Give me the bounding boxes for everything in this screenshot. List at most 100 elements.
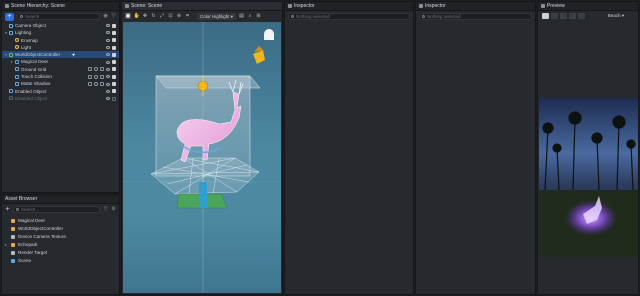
asset-browser-title: Asset Browser: [2, 195, 119, 204]
hierarchy-item-label: Light: [21, 44, 31, 50]
phone-view-icon[interactable]: [542, 13, 549, 19]
enabled-checkbox[interactable]: [112, 82, 116, 87]
hierarchy-search-placeholder: Search: [25, 14, 40, 19]
render-mode-label: Color Highlight: [200, 13, 230, 19]
scene-ghost-icon: [264, 29, 274, 40]
scene-title: Scene: Scene: [122, 2, 282, 11]
preview-panel-icon: [541, 3, 545, 8]
capture-icon[interactable]: [569, 13, 576, 19]
hierarchy-item-label: Ground Grid: [21, 66, 47, 72]
hierarchy-search-input[interactable]: Search: [17, 13, 100, 20]
asset-item[interactable]: Render Target: [2, 249, 119, 257]
zoom-icon[interactable]: ⌕: [247, 13, 253, 19]
visibility-eye-icon[interactable]: [106, 53, 110, 57]
object-object-icon: [15, 81, 19, 86]
eye-icon[interactable]: [578, 13, 585, 19]
rotate-tool-icon[interactable]: ↻: [151, 13, 157, 19]
preview-image[interactable]: [539, 98, 638, 257]
snap-icon[interactable]: ⌗: [185, 13, 191, 19]
visibility-eye-icon[interactable]: [106, 82, 110, 86]
scene-title-text: Scene: Scene: [131, 3, 163, 9]
enabled-checkbox[interactable]: [112, 60, 116, 65]
hierarchy-add-button[interactable]: +: [5, 12, 14, 21]
scene-viewport[interactable]: [123, 22, 281, 293]
hierarchy-item[interactable]: Camera Object: [2, 22, 119, 29]
hierarchy-item-controls: [106, 22, 116, 29]
grid-icon[interactable]: ⊞: [256, 13, 262, 19]
rect-tool-icon[interactable]: ⊡: [168, 13, 174, 19]
object-object-icon: [15, 74, 19, 79]
pivot-icon[interactable]: ⊕: [176, 13, 182, 19]
asset-type-icon: [11, 259, 15, 263]
hierarchy-item[interactable]: Light: [2, 44, 119, 51]
hierarchy-item[interactable]: ▾ Lighting: [2, 29, 119, 36]
asset-item-label: Echopark: [18, 242, 38, 247]
hierarchy-item-controls: [88, 80, 116, 87]
asset-add-button[interactable]: +: [5, 206, 10, 213]
hierarchy-item[interactable]: Enabled Object: [2, 88, 119, 95]
asset-item[interactable]: Magical Deer: [2, 217, 119, 225]
asset-item[interactable]: ▸ Echopark: [2, 241, 119, 249]
expand-arrow-icon[interactable]: ▾: [5, 29, 8, 36]
hierarchy-item-controls: [106, 37, 116, 44]
hierarchy-item-controls: [106, 88, 116, 95]
gear-icon[interactable]: ⚙: [111, 207, 116, 212]
asset-item[interactable]: Scene: [2, 257, 119, 265]
visibility-eye-icon[interactable]: [106, 31, 110, 35]
inspector-2-filter[interactable]: Nothing selected: [419, 13, 532, 20]
hierarchy-item[interactable]: Envmap: [2, 37, 119, 44]
search-icon: [422, 15, 425, 18]
asset-item[interactable]: WorldObjectController: [2, 225, 119, 233]
visibility-eye-icon[interactable]: [106, 46, 110, 50]
device-dropdown[interactable]: Beach ▾: [608, 13, 624, 19]
asset-item[interactable]: Device Camera Texture: [2, 233, 119, 241]
asset-search-input[interactable]: Search...: [13, 206, 100, 213]
enabled-checkbox[interactable]: [112, 23, 116, 28]
object-object-icon: [15, 67, 19, 72]
camera-view-icon[interactable]: ▤: [239, 13, 245, 19]
select-tool-icon[interactable]: ▣: [125, 13, 131, 19]
hierarchy-item[interactable]: Disabled Object: [2, 95, 119, 102]
visibility-eye-icon[interactable]: [106, 97, 110, 101]
filter-icon[interactable]: ▽: [111, 14, 116, 19]
hierarchy-item-label: Envmap: [21, 37, 38, 43]
expand-arrow-icon[interactable]: ▾: [5, 51, 8, 58]
visibility-eye-icon[interactable]: [106, 60, 110, 64]
visibility-eye-icon[interactable]: [106, 75, 110, 79]
scene-render: [123, 22, 281, 293]
enabled-checkbox[interactable]: [112, 38, 116, 43]
visibility-eye-icon[interactable]: [106, 89, 110, 93]
search-icon: [291, 15, 294, 18]
visibility-eye-icon[interactable]: [106, 67, 110, 71]
visibility-eye-icon[interactable]: [106, 38, 110, 42]
enabled-checkbox[interactable]: [112, 30, 116, 35]
enabled-checkbox[interactable]: [112, 96, 116, 101]
enabled-checkbox[interactable]: [112, 89, 116, 94]
enabled-checkbox[interactable]: [112, 45, 116, 50]
inspector-2-title-text: Inspector: [425, 3, 446, 9]
eye-icon[interactable]: ◉: [103, 14, 108, 19]
expand-arrow-icon[interactable]: ▸: [5, 241, 7, 249]
hand-tool-icon[interactable]: ✋: [134, 13, 140, 19]
expand-arrow-icon[interactable]: ▸: [11, 58, 14, 65]
hierarchy-item[interactable]: Matte Shadow: [2, 80, 119, 87]
render-mode-dropdown[interactable]: Color Highlight ▾: [197, 12, 237, 20]
visibility-eye-icon[interactable]: [106, 24, 110, 28]
inspector-1-filter[interactable]: Nothing selected: [288, 13, 410, 20]
video-icon[interactable]: [560, 13, 567, 19]
hierarchy-item[interactable]: ▾ WorldObjectController ➤: [2, 51, 119, 59]
inspector-panel-icon: [288, 3, 292, 8]
hierarchy-item[interactable]: Touch Collision: [2, 73, 119, 80]
enabled-checkbox[interactable]: [112, 74, 116, 79]
scale-tool-icon[interactable]: ⤢: [159, 13, 165, 19]
hierarchy-item[interactable]: Ground Grid: [2, 66, 119, 73]
enabled-checkbox[interactable]: [112, 67, 116, 72]
hierarchy-item[interactable]: ▸ Magical Deer: [2, 58, 119, 65]
light-object-icon: [15, 38, 19, 43]
hierarchy-item-controls: [106, 51, 116, 58]
filter-icon[interactable]: ▽: [103, 207, 108, 212]
hierarchy-item-controls: [88, 73, 116, 80]
move-tool-icon[interactable]: ✥: [142, 13, 148, 19]
camera-front-icon[interactable]: [551, 13, 558, 19]
enabled-checkbox[interactable]: [112, 52, 116, 57]
